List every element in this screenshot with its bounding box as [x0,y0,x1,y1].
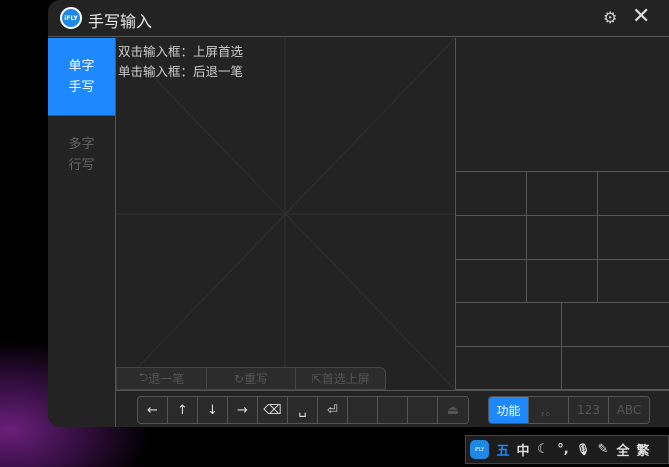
tab-label: 多字 [68,137,95,152]
eject-key[interactable]: ⏏ [438,397,468,423]
empty-key[interactable] [408,397,438,423]
moon-icon[interactable]: ☾ [533,442,553,457]
candidate-panel [455,38,669,390]
abc-key[interactable]: ABC [609,397,649,423]
empty-key[interactable] [378,397,408,423]
candidate-cell[interactable] [598,260,669,303]
candidate-cell[interactable] [456,216,527,260]
candidate-cell[interactable] [598,216,669,260]
tab-multi-char[interactable]: 多字 行写 [48,116,115,194]
candidate-cell[interactable] [527,216,598,260]
candidate-cell[interactable] [562,347,669,390]
guide-lines [116,38,455,390]
gear-icon[interactable]: ⚙ [603,8,617,27]
traditional-toggle[interactable]: 繁 [633,440,653,459]
down-arrow-key[interactable]: ↓ [198,397,228,423]
tab-label: 单字 [68,58,95,74]
space-key[interactable]: ␣ [288,397,318,423]
candidate-main[interactable] [456,38,669,172]
rewrite-label: 重写 [244,372,269,386]
edit-keys: ← ↑ ↓ → ⌫ ␣ ⏎ ⏏ [137,396,469,424]
bottom-toolbar: ← ↑ ↓ → ⌫ ␣ ⏎ ⏏ 功能 ，。 123 ABC [116,390,669,427]
right-arrow-key[interactable]: → [228,397,258,423]
ime-status-bar: iFLY 五 中 ☾ °, 🎙 ✎ 全 繁 [465,435,669,464]
handwriting-window: iFLY 手写输入 ⚙ ✕ 单字手写 多字行写 双击输入框：上屏首选 单击输入框… [48,0,669,427]
function-key[interactable]: 功能 [489,397,529,423]
refresh-icon: ↻ [233,371,245,386]
commit-label: 首选上屏 [321,372,370,386]
pen-icon[interactable]: ✎ [593,442,613,457]
hint-double-click: 双击输入框：上屏首选 [118,44,244,59]
candidate-cell[interactable] [456,347,562,390]
tab-label: 手写 [68,79,95,95]
empty-key[interactable] [348,397,378,423]
punctuation-toggle[interactable]: °, [553,442,573,457]
undo-label: 退一笔 [148,372,185,386]
tab-label: 行写 [68,158,95,173]
candidate-cell[interactable] [456,172,527,216]
title-bar[interactable]: iFLY 手写输入 ⚙ ✕ [48,0,669,37]
candidate-cell[interactable] [527,172,598,216]
writing-pad[interactable]: 双击输入框：上屏首选 单击输入框：后退一笔 ⮌ 退一笔 ↻ 重写 ⇱ 首选上屏 [116,38,455,390]
mode-keys: 功能 ，。 123 ABC [488,396,650,424]
window-title: 手写输入 [88,12,153,31]
wubi-toggle[interactable]: 五 [493,440,513,459]
mode-tabs: 单字 手写 多字 行写 [48,38,116,427]
commit-first-button[interactable]: ⇱ 首选上屏 [296,368,385,389]
candidate-cell[interactable] [456,260,527,303]
undo-stroke-button[interactable]: ⮌ 退一笔 [117,368,207,389]
microphone-icon[interactable]: 🎙 [573,443,593,456]
up-arrow-key[interactable]: ↑ [168,397,198,423]
enter-key[interactable]: ⏎ [318,397,348,423]
rewrite-button[interactable]: ↻ 重写 [207,368,297,389]
fullwidth-toggle[interactable]: 全 [613,440,633,459]
close-icon[interactable]: ✕ [632,4,650,29]
candidate-cell[interactable] [598,172,669,216]
punctuation-key[interactable]: ，。 [529,397,569,423]
chinese-toggle[interactable]: 中 [513,440,533,459]
backspace-key[interactable]: ⌫ [258,397,288,423]
ifly-logo-icon: iFLY [60,7,82,29]
cursor-icon: ⇱ [311,371,322,386]
candidate-cell[interactable] [527,260,598,303]
candidate-cell[interactable] [456,303,562,347]
action-buttons: ⮌ 退一笔 ↻ 重写 ⇱ 首选上屏 [116,367,386,390]
number-key[interactable]: 123 [569,397,609,423]
hint-single-click: 单击输入框：后退一笔 [118,64,244,79]
candidate-cell[interactable] [562,303,669,347]
tab-single-char[interactable]: 单字 手写 [48,38,115,116]
left-arrow-key[interactable]: ← [138,397,168,423]
ifly-logo-icon[interactable]: iFLY [470,440,489,459]
undo-icon: ⮌ [138,370,149,384]
